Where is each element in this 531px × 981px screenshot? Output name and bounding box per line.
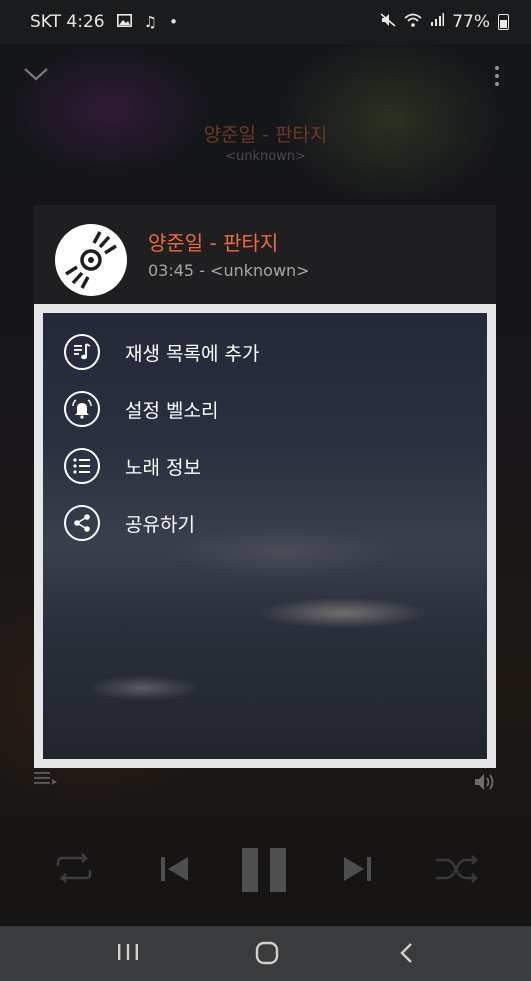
collapse-chevron-down-icon[interactable] xyxy=(22,64,50,88)
menu-label-set-ringtone: 설정 벨소리 xyxy=(125,399,219,422)
repeat-icon[interactable] xyxy=(52,850,96,890)
add-to-playlist-icon xyxy=(64,334,100,370)
music-note-icon: ♫ xyxy=(143,13,158,31)
recent-apps-icon[interactable] xyxy=(116,942,140,966)
battery-percent: 77% xyxy=(452,12,490,32)
clock: 4:26 xyxy=(66,12,105,32)
dialog-menu: 재생 목록에 추가 설정 벨소리 노래 정보 공유하기 xyxy=(43,313,487,759)
status-bar: SKT 4:26 ♫ • 77% xyxy=(0,0,531,44)
carrier-label: SKT xyxy=(30,12,62,32)
wifi-icon xyxy=(404,13,422,31)
ringtone-bell-icon xyxy=(64,391,100,427)
player-track-artist: <unknown> xyxy=(225,149,306,164)
status-time-group: SKT 4:26 xyxy=(30,12,105,32)
gallery-icon xyxy=(116,13,132,31)
mute-vibrate-icon xyxy=(380,13,396,31)
album-disc-icon xyxy=(54,223,128,297)
home-icon[interactable] xyxy=(255,941,279,969)
menu-label-add-to-playlist: 재생 목록에 추가 xyxy=(125,342,260,365)
song-info-icon xyxy=(64,448,100,484)
menu-label-song-info: 노래 정보 xyxy=(125,456,201,479)
menu-item-add-to-playlist[interactable]: 재생 목록에 추가 xyxy=(43,324,487,380)
more-options-icon[interactable] xyxy=(491,66,503,90)
menu-item-share[interactable]: 공유하기 xyxy=(43,495,487,551)
dialog-header: 양준일 - 판타지 03:45 - <unknown> xyxy=(34,205,496,304)
pause-icon[interactable] xyxy=(240,846,290,898)
previous-track-icon[interactable] xyxy=(158,854,192,888)
back-icon[interactable] xyxy=(396,941,416,969)
player-track-title: 양준일 - 판타지 xyxy=(203,124,328,146)
shuffle-icon[interactable] xyxy=(434,852,480,890)
dialog-song-title: 양준일 - 판타지 xyxy=(148,231,279,255)
dot-icon: • xyxy=(169,13,178,31)
next-track-icon[interactable] xyxy=(340,854,374,888)
song-options-dialog: 양준일 - 판타지 03:45 - <unknown> 재생 목록에 추가 설정… xyxy=(34,205,496,768)
menu-label-share: 공유하기 xyxy=(125,513,195,536)
playback-controls xyxy=(0,830,531,910)
share-icon xyxy=(64,505,100,541)
menu-item-song-info[interactable]: 노래 정보 xyxy=(43,438,487,494)
signal-icon xyxy=(430,13,445,31)
volume-icon[interactable] xyxy=(473,772,497,796)
dialog-song-meta: 03:45 - <unknown> xyxy=(148,261,310,280)
menu-item-set-ringtone[interactable]: 설정 벨소리 xyxy=(43,381,487,437)
battery-icon xyxy=(498,14,509,30)
playlist-queue-icon[interactable] xyxy=(34,770,58,792)
system-navigation-bar xyxy=(0,926,531,981)
